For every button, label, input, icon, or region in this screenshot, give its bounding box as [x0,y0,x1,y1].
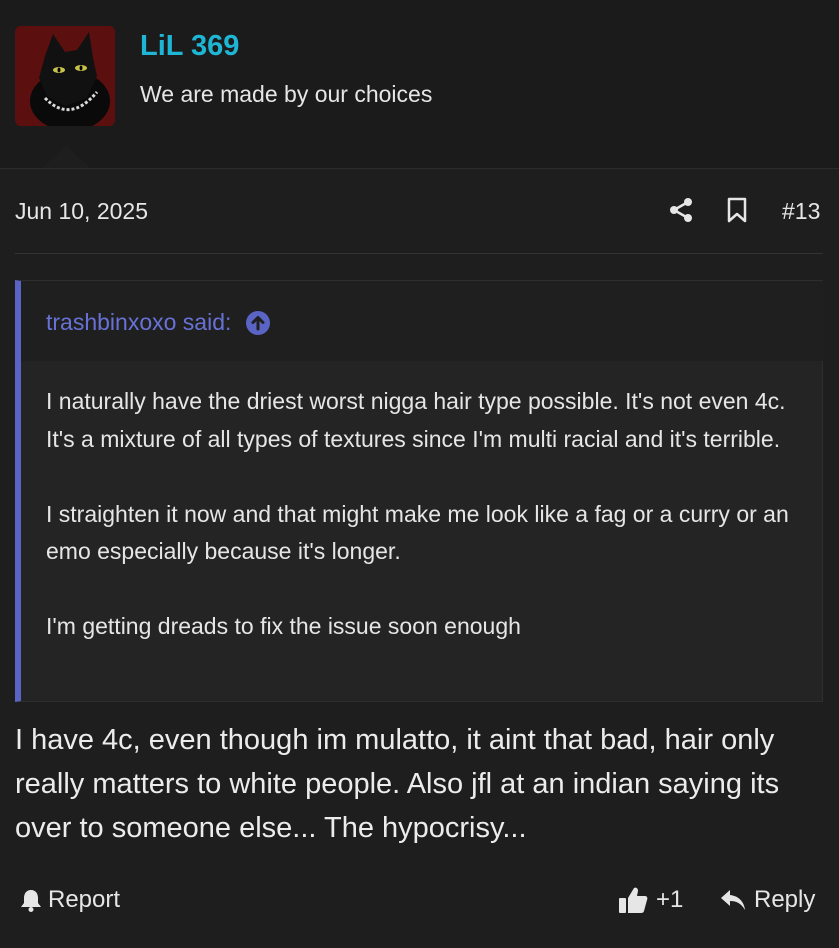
thumbs-up-icon [619,887,648,913]
report-label: Report [48,886,121,913]
bell-icon [21,890,41,912]
user-title: We are made by our choices [140,81,433,107]
reply-arrow-icon [721,890,745,910]
quote-paragraph: I straighten it now and that might make … [46,500,789,565]
like-button[interactable]: +1 [618,886,683,914]
post-page: LiL 369 We are made by our choices Jun 1… [0,0,839,948]
quote-author-link[interactable]: trashbinxoxo said: [46,309,271,336]
black-cat-avatar-icon [15,26,115,126]
like-count: +1 [656,886,684,913]
divider [15,253,823,254]
report-button[interactable]: Report [20,886,120,914]
user-header: LiL 369 We are made by our choices [0,0,839,169]
quote-block: trashbinxoxo said: I naturally have the … [15,280,823,702]
bookmark-icon[interactable] [726,197,748,223]
message-body: I have 4c, even though im mulatto, it ai… [15,724,780,844]
avatar[interactable] [15,26,115,126]
quote-header: trashbinxoxo said: [21,281,823,361]
header-pointer [42,146,90,168]
reply-label: Reply [754,886,816,913]
reply-button[interactable]: Reply [720,886,815,914]
username[interactable]: LiL 369 [140,30,239,63]
quote-paragraph: I'm getting dreads to fix the issue soon… [46,613,521,639]
arrow-up-circle-icon[interactable] [245,310,271,336]
quote-author-label: trashbinxoxo said: [46,309,232,335]
share-icon[interactable] [668,197,694,223]
quote-body: I naturally have the driest worst nigga … [46,383,816,646]
quote-paragraph: I naturally have the driest worst nigga … [46,388,786,452]
post-number[interactable]: #13 [782,198,820,225]
post-date[interactable]: Jun 10, 2025 [15,198,148,225]
